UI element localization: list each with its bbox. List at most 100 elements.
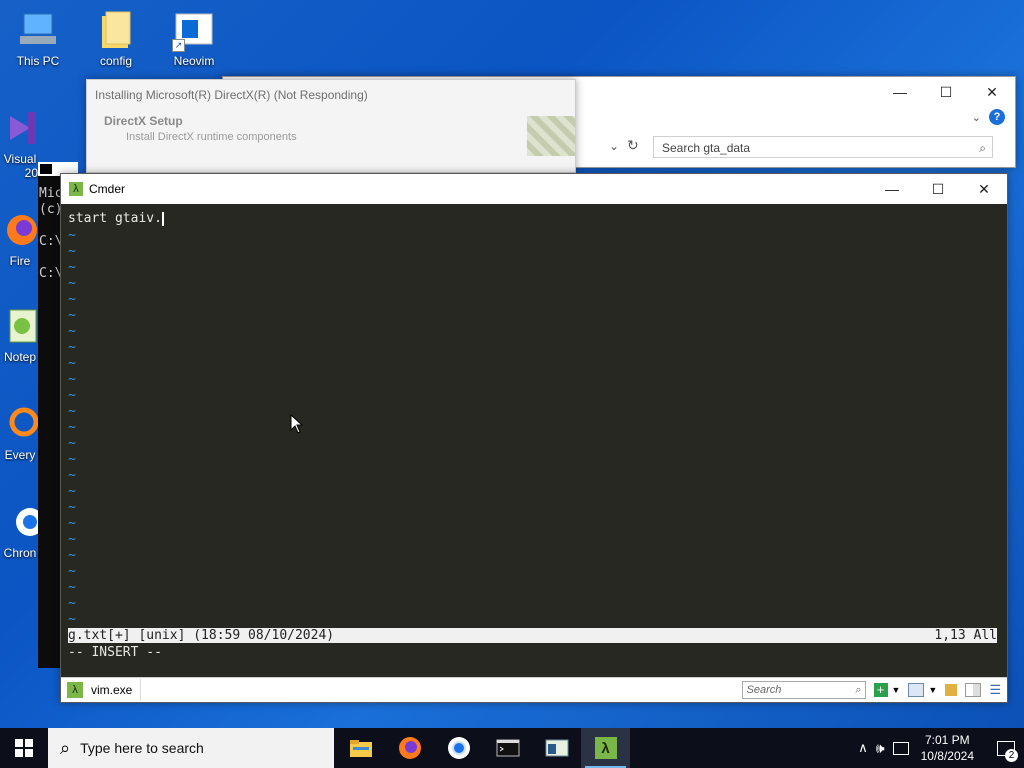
notifications-button[interactable]: 2 bbox=[988, 728, 1024, 768]
desktop-icon-visual-studio[interactable]: Visual 20 bbox=[0, 108, 40, 180]
folder-icon bbox=[96, 10, 136, 50]
directx-logo-icon bbox=[527, 116, 575, 156]
tilde-marker: ~ bbox=[68, 548, 76, 563]
terminal-icon bbox=[496, 739, 519, 757]
desktop-icon-notepad[interactable]: Notep bbox=[0, 306, 40, 364]
volume-icon[interactable]: 🕪 bbox=[876, 740, 885, 757]
folder-icon bbox=[349, 740, 372, 757]
tilde-marker: ~ bbox=[68, 388, 76, 403]
taskbar-file-explorer[interactable] bbox=[336, 728, 385, 768]
search-icon: ⌕ bbox=[60, 737, 71, 758]
tilde-marker: ~ bbox=[68, 308, 76, 323]
status-position: 1,13 All bbox=[934, 628, 997, 643]
new-console-icon[interactable]: + bbox=[873, 683, 888, 697]
tilde-marker: ~ bbox=[68, 244, 76, 259]
buffer-line: start gtaiv. bbox=[68, 211, 162, 226]
show-hidden-icons-chevron-icon[interactable]: ∧ bbox=[858, 740, 868, 756]
tilde-marker: ~ bbox=[68, 612, 76, 627]
chevron-down-icon[interactable]: ▼ bbox=[892, 685, 901, 695]
tilde-marker: ~ bbox=[68, 596, 76, 611]
tilde-marker: ~ bbox=[68, 564, 76, 579]
notepad-plus-icon bbox=[0, 306, 40, 346]
tilde-marker: ~ bbox=[68, 276, 76, 291]
dx-heading: DirectX Setup bbox=[104, 114, 183, 128]
tilde-marker: ~ bbox=[68, 532, 76, 547]
tilde-marker: ~ bbox=[68, 468, 76, 483]
explorer-search-input[interactable]: Search gta_data ⌕ bbox=[653, 136, 993, 158]
clock[interactable]: 7:01 PM 10/8/2024 bbox=[921, 732, 974, 764]
cmder-search-input[interactable]: Search ⌕ bbox=[741, 681, 866, 699]
view-icon[interactable] bbox=[908, 683, 925, 697]
cmder-tab-bar: λ vim.exe Search ⌕ + ▼ ▼ ☰ bbox=[61, 677, 1007, 702]
help-icon[interactable]: ? bbox=[989, 109, 1005, 125]
network-icon[interactable] bbox=[892, 741, 909, 755]
minimize-button[interactable]: — bbox=[869, 174, 915, 204]
start-button[interactable] bbox=[0, 728, 48, 768]
cmder-lambda-icon: λ bbox=[69, 182, 83, 196]
desktop-icon-config[interactable]: config bbox=[84, 10, 148, 68]
split-view-icon[interactable] bbox=[965, 683, 982, 697]
taskbar-terminal[interactable] bbox=[483, 728, 532, 768]
tilde-marker: ~ bbox=[68, 340, 76, 355]
tilde-marker: ~ bbox=[68, 404, 76, 419]
tilde-marker: ~ bbox=[68, 420, 76, 435]
maximize-button[interactable]: ☐ bbox=[915, 174, 961, 204]
lock-icon[interactable] bbox=[945, 684, 958, 696]
cmder-window[interactable]: λ Cmder — ☐ ✕ start gtaiv. ~ ~ ~ ~ ~ ~ ~ ~ ~ ~ ~ ~ ~… bbox=[60, 173, 1008, 703]
firefox-icon bbox=[398, 737, 421, 759]
tilde-marker: ~ bbox=[68, 500, 76, 515]
desktop-icon-neovim[interactable]: ↗ Neovim bbox=[162, 10, 226, 68]
tilde-marker: ~ bbox=[68, 292, 76, 307]
tab-vim[interactable]: λ vim.exe bbox=[61, 679, 142, 701]
search-icon: ⌕ bbox=[855, 684, 862, 696]
dx-subtitle: Install DirectX runtime components bbox=[126, 131, 297, 143]
taskbar-chrome[interactable] bbox=[434, 728, 483, 768]
directx-setup-window[interactable]: Installing Microsoft(R) DirectX(R) (Not … bbox=[86, 79, 576, 173]
tilde-marker: ~ bbox=[68, 452, 76, 467]
tilde-marker: ~ bbox=[68, 356, 76, 371]
cmder-title: Cmder bbox=[89, 182, 126, 196]
desktop-icon-firefox[interactable]: Fire bbox=[0, 210, 40, 268]
neovim-icon: ↗ bbox=[172, 10, 214, 52]
notification-count-badge: 2 bbox=[1005, 749, 1018, 762]
close-button[interactable]: ✕ bbox=[961, 174, 1007, 204]
tilde-marker: ~ bbox=[68, 324, 76, 339]
vim-mode-line: -- INSERT -- bbox=[68, 645, 162, 660]
taskbar-firefox[interactable] bbox=[385, 728, 434, 768]
cmder-lambda-icon: λ bbox=[594, 737, 617, 759]
refresh-icon[interactable]: ↻ bbox=[627, 137, 639, 154]
tilde-marker: ~ bbox=[68, 260, 76, 275]
maximize-button[interactable]: ☐ bbox=[923, 77, 969, 107]
firefox-icon bbox=[0, 210, 40, 250]
dropdown-chevron-icon[interactable]: ⌄ bbox=[609, 139, 619, 153]
explorer-window-controls: — ☐ ✕ bbox=[877, 77, 1015, 107]
status-file-info: g.txt[+] [unix] (18:59 08/10/2024) bbox=[68, 628, 335, 643]
close-button[interactable]: ✕ bbox=[969, 77, 1015, 107]
menu-icon[interactable]: ☰ bbox=[989, 682, 1001, 698]
cmder-titlebar[interactable]: λ Cmder — ☐ ✕ bbox=[61, 174, 1007, 204]
mouse-cursor-icon bbox=[290, 413, 304, 439]
tilde-marker: ~ bbox=[68, 516, 76, 531]
tilde-marker: ~ bbox=[68, 372, 76, 387]
desktop-icon-everything[interactable]: Every bbox=[0, 404, 40, 462]
taskbar-app-window[interactable] bbox=[532, 728, 581, 768]
clock-time: 7:01 PM bbox=[924, 733, 970, 747]
cmd-icon bbox=[40, 164, 52, 174]
vim-status-line: g.txt[+] [unix] (18:59 08/10/2024) 1,13 … bbox=[68, 628, 997, 643]
computer-icon bbox=[18, 10, 58, 50]
dx-title: Installing Microsoft(R) DirectX(R) (Not … bbox=[95, 88, 368, 102]
desktop-icon-chrome[interactable]: Chron bbox=[0, 502, 40, 560]
tilde-marker: ~ bbox=[68, 436, 76, 451]
taskbar-cmder[interactable]: λ bbox=[581, 728, 630, 768]
cmder-lambda-icon: λ bbox=[67, 682, 83, 698]
windows-logo-icon bbox=[15, 739, 33, 757]
chevron-down-icon[interactable]: ▼ bbox=[928, 685, 937, 695]
shortcut-arrow-icon: ↗ bbox=[172, 39, 185, 52]
taskbar-search-box[interactable]: ⌕ Type here to search bbox=[48, 728, 334, 768]
tilde-marker: ~ bbox=[68, 484, 76, 499]
ribbon-expand-icon[interactable]: ⌄ bbox=[972, 111, 981, 124]
text-cursor bbox=[161, 211, 164, 226]
desktop-icon-this-pc[interactable]: This PC bbox=[6, 10, 70, 68]
minimize-button[interactable]: — bbox=[877, 77, 923, 107]
vim-buffer[interactable]: start gtaiv. ~ ~ ~ ~ ~ ~ ~ ~ ~ ~ ~ ~ ~ ~ ~ ~ ~ ~ ~ ~ ~ ~ ~ ~ ~ bbox=[68, 210, 998, 628]
